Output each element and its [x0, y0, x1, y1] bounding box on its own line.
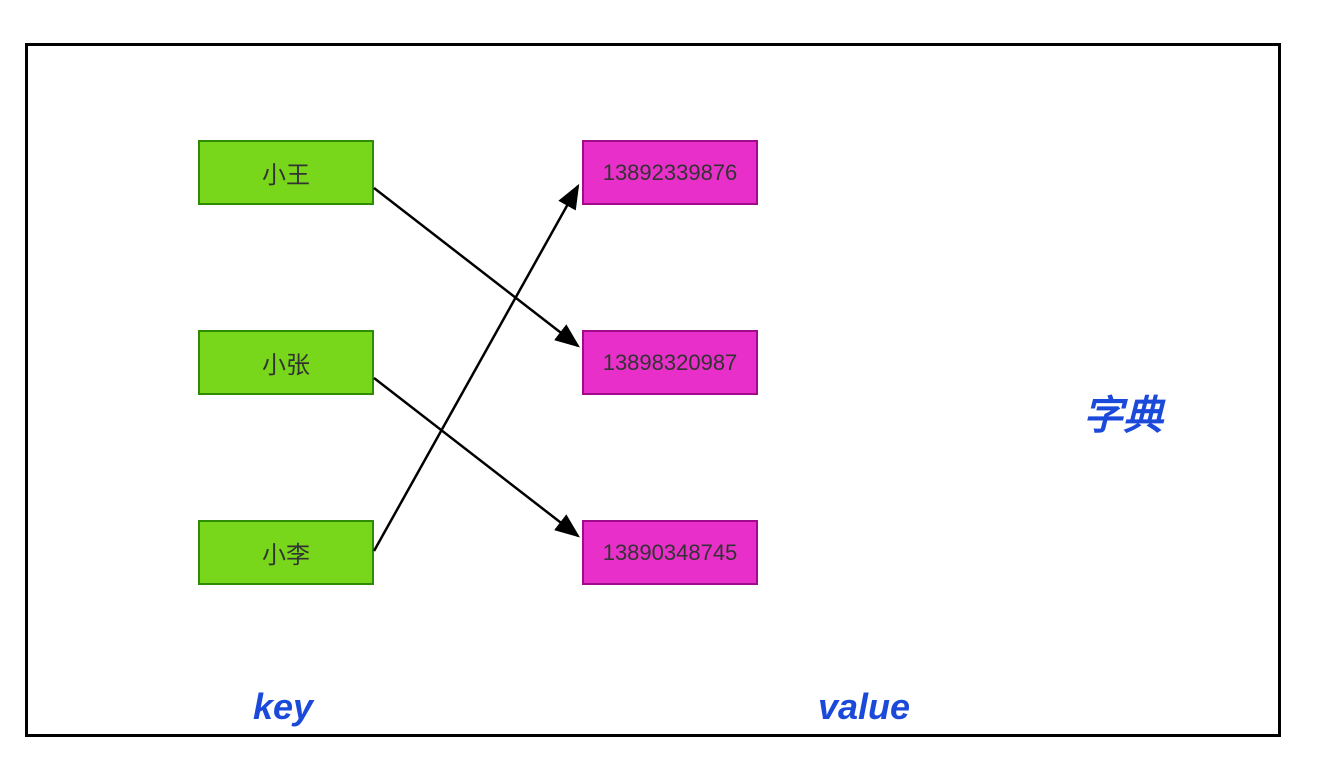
value-label-2: 13898320987 — [603, 350, 738, 375]
key-box-3: 小李 — [198, 520, 374, 585]
arrow-1 — [374, 188, 578, 346]
label-title: 字典 — [1083, 383, 1163, 441]
label-value: value — [818, 686, 910, 728]
value-label-3: 13890348745 — [603, 540, 738, 565]
key-label-1: 小王 — [262, 155, 310, 190]
key-label-2: 小张 — [262, 345, 310, 380]
key-box-2: 小张 — [198, 330, 374, 395]
value-box-2: 13898320987 — [582, 330, 758, 395]
label-key: key — [253, 686, 313, 728]
value-box-1: 13892339876 — [582, 140, 758, 205]
arrow-2 — [374, 378, 578, 536]
key-label-3: 小李 — [262, 535, 310, 570]
diagram-container: 小王 小张 小李 13892339876 13898320987 1389034… — [25, 43, 1281, 737]
arrow-3 — [374, 186, 578, 551]
value-box-3: 13890348745 — [582, 520, 758, 585]
key-box-1: 小王 — [198, 140, 374, 205]
value-label-1: 13892339876 — [603, 160, 738, 185]
